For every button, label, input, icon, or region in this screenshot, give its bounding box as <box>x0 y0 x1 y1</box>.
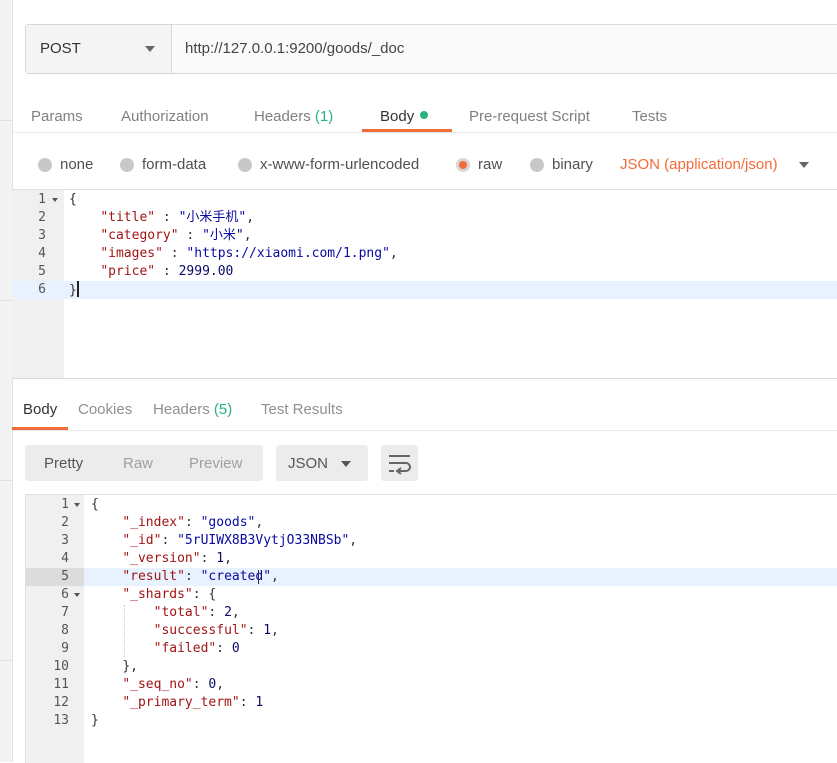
line-number: 10 <box>53 659 69 674</box>
line-number: 4 <box>61 551 69 566</box>
code-line: "_seq_no": 0, <box>122 677 225 692</box>
line-number: 11 <box>53 677 69 692</box>
line-number: 7 <box>61 605 69 620</box>
code-line: "_primary_term": 1 <box>122 695 264 710</box>
radio-circle-icon <box>120 157 134 172</box>
view-raw-button[interactable]: Raw <box>123 455 153 472</box>
line-number: 8 <box>61 623 69 638</box>
response-headers-count: (5) <box>213 401 233 418</box>
code-line: "failed": 0 <box>153 641 240 656</box>
request-tabs: Params Authorization Headers (1) Body Pr… <box>12 88 837 133</box>
line-number: 3 <box>61 533 69 548</box>
code-line: "category" : "小米", <box>100 228 252 243</box>
headers-count: (1) <box>314 108 334 125</box>
chevron-down-icon <box>341 461 351 467</box>
tab-authorization[interactable]: Authorization <box>121 108 209 125</box>
radio-x-www-form-urlencoded[interactable]: x-www-form-urlencoded <box>238 156 419 173</box>
response-tab-test-results[interactable]: Test Results <box>261 401 343 418</box>
radio-none[interactable]: none <box>38 156 93 173</box>
radio-raw[interactable]: raw <box>456 156 502 173</box>
radio-binary[interactable]: binary <box>530 156 593 173</box>
line-number: 9 <box>61 641 69 656</box>
view-mode-selector: Pretty Raw Preview <box>25 445 263 481</box>
format-select[interactable]: JSON <box>276 445 368 481</box>
modified-dot-icon <box>420 111 429 119</box>
radio-circle-icon <box>530 157 544 172</box>
response-tab-headers[interactable]: Headers (5) <box>153 401 232 418</box>
format-label: JSON <box>288 455 329 472</box>
chevron-down-icon[interactable] <box>799 162 809 168</box>
view-pretty-button[interactable]: Pretty <box>44 455 83 472</box>
tab-headers[interactable]: Headers (1) <box>254 108 333 125</box>
fold-arrow-icon[interactable] <box>74 503 80 507</box>
text-cursor <box>258 570 259 584</box>
code-line: "_id": "5rUIWX8B3VytjO33NBSb", <box>122 533 358 548</box>
line-number: 13 <box>53 713 69 728</box>
radio-checked-icon <box>456 157 470 172</box>
code-line: } <box>91 713 99 728</box>
code-line: "result": "created", <box>122 569 279 584</box>
content-type-select[interactable]: JSON (application/json) <box>620 156 778 173</box>
code-line: }, <box>122 659 138 674</box>
active-tab-indicator <box>362 129 452 132</box>
line-number: 12 <box>53 695 69 710</box>
code-line: "price" : 2999.00 <box>100 264 234 279</box>
code-line: { <box>69 192 77 207</box>
body-type-options: none form-data x-www-form-urlencoded raw… <box>12 140 837 186</box>
line-number: 6 <box>61 587 69 602</box>
url-input[interactable]: http://127.0.0.1:9200/goods/_doc <box>185 40 404 57</box>
line-number: 5 <box>61 569 69 584</box>
tab-body[interactable]: Body <box>380 108 429 125</box>
method-select[interactable]: POST <box>26 25 172 73</box>
strip-divider <box>0 480 12 481</box>
code-line: "_version": 1, <box>122 551 232 566</box>
response-tab-body[interactable]: Body <box>23 401 57 418</box>
request-body-editor[interactable]: 1 2 3 4 5 6 { "title" : "小米手机", "categor… <box>12 189 837 379</box>
code-line: "_shards": { <box>122 587 217 602</box>
wrap-lines-icon <box>389 455 411 475</box>
active-tab-indicator <box>12 427 68 430</box>
tab-tests[interactable]: Tests <box>632 108 667 125</box>
method-label: POST <box>40 40 81 57</box>
line-number: 5 <box>38 264 46 279</box>
fold-arrow-icon[interactable] <box>74 593 80 597</box>
view-preview-button[interactable]: Preview <box>189 455 242 472</box>
tab-params[interactable]: Params <box>31 108 83 125</box>
code-line: "title" : "小米手机", <box>100 210 255 225</box>
code-line: } <box>69 281 79 298</box>
fold-arrow-icon[interactable] <box>52 198 58 202</box>
response-tabs: Body Cookies Headers (5) Test Results <box>12 388 837 431</box>
code-line: "total": 2, <box>153 605 240 620</box>
code-line: "images" : "https://xiaomi.com/1.png", <box>100 246 398 261</box>
strip-divider <box>0 660 12 661</box>
tab-pre-request-script[interactable]: Pre-request Script <box>469 108 590 125</box>
strip-divider <box>0 300 12 301</box>
current-line-highlight <box>12 281 837 299</box>
response-tab-cookies[interactable]: Cookies <box>78 401 132 418</box>
code-line: "_index": "goods", <box>122 515 264 530</box>
line-number: 4 <box>38 246 46 261</box>
wrap-lines-button[interactable] <box>381 445 418 481</box>
text-cursor <box>76 281 79 297</box>
request-url-bar: POST http://127.0.0.1:9200/goods/_doc <box>25 24 837 74</box>
chevron-down-icon <box>145 46 155 52</box>
line-number: 1 <box>38 192 46 207</box>
code-line: "successful": 1, <box>153 623 279 638</box>
radio-circle-icon <box>38 157 52 172</box>
code-line: { <box>91 497 99 512</box>
radio-circle-icon <box>238 157 252 172</box>
radio-form-data[interactable]: form-data <box>120 156 206 173</box>
strip-divider <box>0 120 12 121</box>
line-number: 6 <box>38 282 46 297</box>
line-number: 1 <box>61 497 69 512</box>
response-body-viewer[interactable]: 1 2 3 4 5 6 7 8 9 10 11 12 13 { "_index"… <box>25 494 837 763</box>
line-number: 2 <box>38 210 46 225</box>
line-number: 2 <box>61 515 69 530</box>
line-number: 3 <box>38 228 46 243</box>
